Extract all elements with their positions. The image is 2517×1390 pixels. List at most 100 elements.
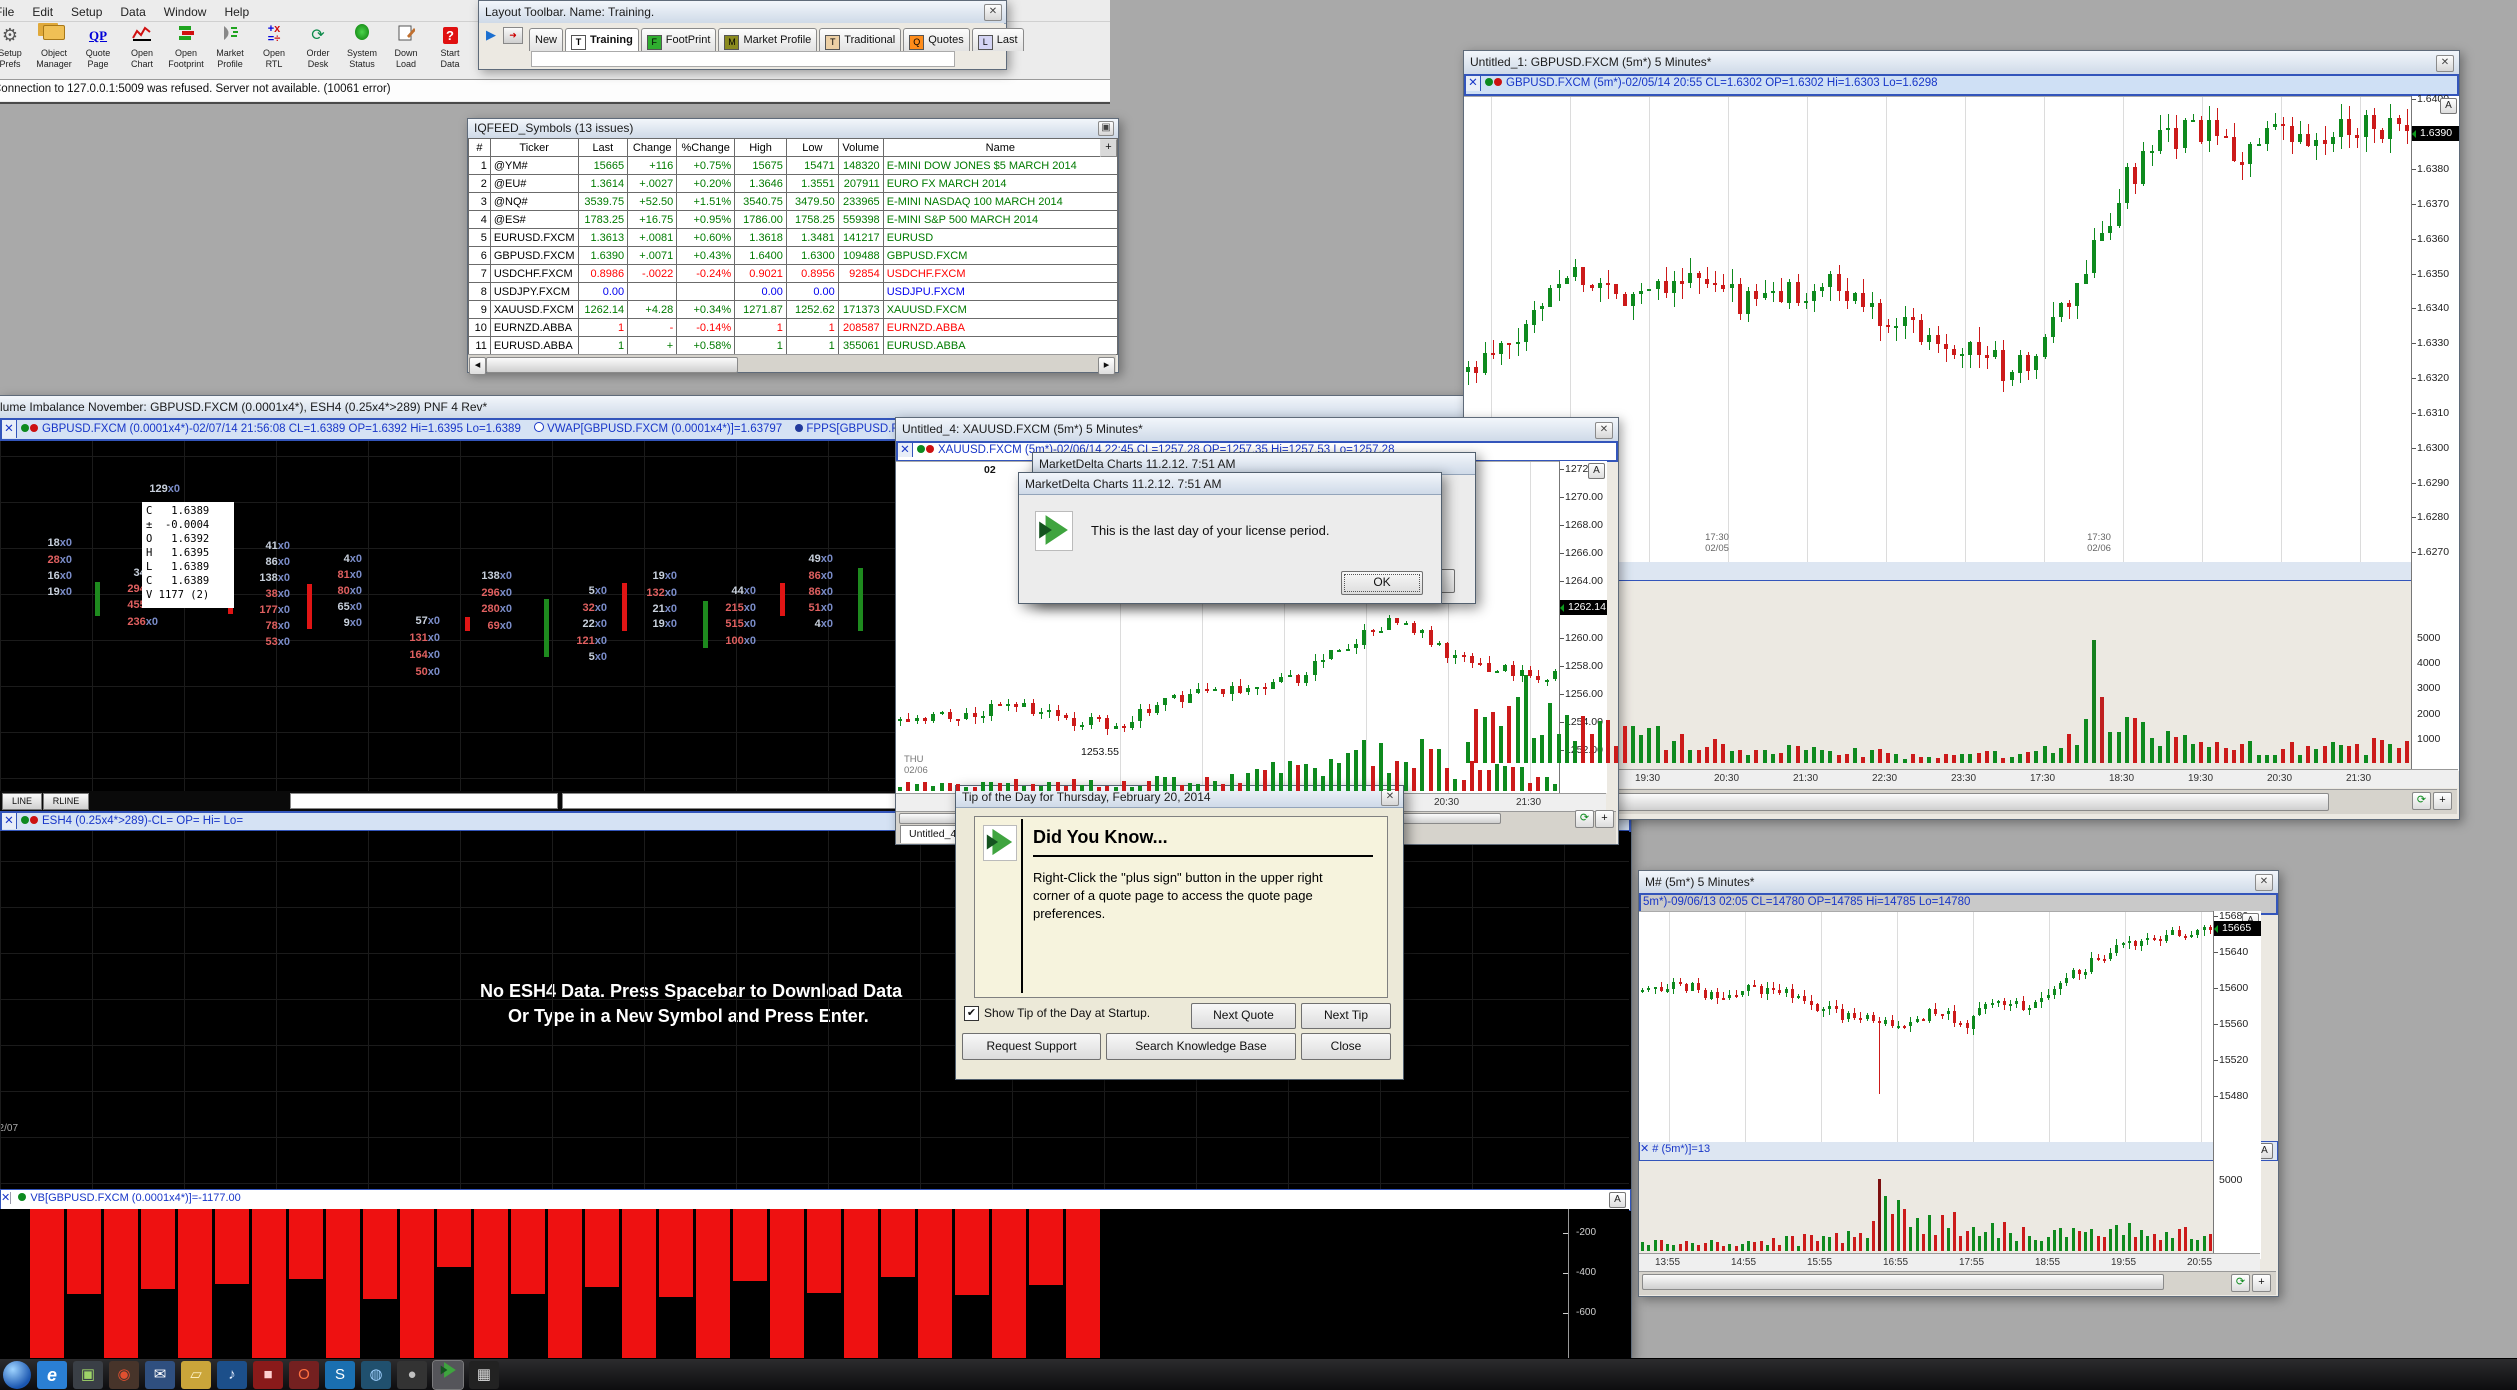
toolbar-system-status[interactable]: SystemStatus [340,24,384,78]
menu-window[interactable]: Window [164,5,207,19]
layout-tab-footprint[interactable]: FFootPrint [641,28,717,51]
plus-icon[interactable]: + [1595,810,1614,828]
close-icon[interactable]: ✕ [1466,76,1481,91]
layout-tab-last[interactable]: LLast [972,28,1024,51]
refresh-icon[interactable]: ⟳ [2412,792,2431,810]
toolbar-order-desk[interactable]: ⟳OrderDesk [296,24,340,78]
app-icon-3[interactable]: ● [397,1361,427,1389]
play-icon[interactable]: ▶ [486,27,496,43]
table-row[interactable]: 6GBPUSD.FXCM1.6390+.0071+0.43%1.64001.63… [469,247,1118,265]
toolbar-setup-prefs[interactable]: ⚙SetupPrefs [0,24,32,78]
table-row[interactable]: 2@EU#1.3614+.0027+0.20%1.36461.355120791… [469,175,1118,193]
app-icon-4[interactable]: ▦ [469,1361,499,1389]
plus-icon[interactable]: + [2252,1274,2271,1292]
toolbar-object-manager[interactable]: ObjectManager [32,24,76,78]
mail-icon[interactable]: ✉ [145,1361,175,1389]
column-header-pctChange[interactable]: %Change [677,139,735,157]
toolbar-quote-page[interactable]: QPQuotePage [76,24,120,78]
toolbar-market-profile[interactable]: MarketProfile [208,24,252,78]
layout-tab-new[interactable]: New [529,28,563,51]
refresh-icon[interactable]: ⟳ [1575,810,1594,828]
table-row[interactable]: 10EURNZD.ABBA1--0.14%11208587EURNZD.ABBA [469,319,1118,337]
table-row[interactable]: 4@ES#1783.25+16.75+0.95%1786.001758.2555… [469,211,1118,229]
quote-window-menu-icon[interactable]: ▣ [1098,121,1114,136]
quote-hscrollbar[interactable]: ◂ ▸ [468,354,1116,372]
close-icon[interactable]: ✕ [2436,55,2454,72]
media-icon[interactable]: ◉ [109,1361,139,1389]
autoscale-button[interactable]: A [1609,1192,1626,1208]
close-icon[interactable]: ✕ [984,4,1002,21]
ym-titlebar[interactable]: M# (5m*) 5 Minutes* [1639,871,2278,894]
close-icon[interactable]: ✕ [1381,789,1399,806]
menu-help[interactable]: Help [224,5,249,19]
column-header-Name[interactable]: Name [883,139,1117,157]
player-icon[interactable]: ♪ [217,1361,247,1389]
toolbar-open-rtl[interactable]: +x=÷OpenRTL [252,24,296,78]
start-orb[interactable] [3,1361,31,1389]
refresh-icon[interactable]: ⟳ [2231,1274,2250,1292]
ok-button[interactable]: OK [1341,571,1423,595]
gbpusd-infobar[interactable]: ✕GBPUSD.FXCM (5m*)-02/05/14 20:55 CL=1.6… [1464,74,2459,96]
layout-tab-traditional[interactable]: TTraditional [819,28,901,51]
close-icon[interactable]: ✕ [2255,874,2273,891]
toolbar-field[interactable] [290,793,558,809]
toolbar-down-load[interactable]: DownLoad [384,24,428,78]
table-row[interactable]: 11EURUSD.ABBA1++0.58%11355061EURUSD.ABBA [469,337,1118,355]
app-icon-1[interactable]: ▣ [73,1361,103,1389]
ym-hscrollbar[interactable]: ⟳+ [1639,1271,2276,1295]
close-icon[interactable]: ✕ [2,420,17,438]
column-header-Low[interactable]: Low [786,139,838,157]
quote-window-titlebar[interactable]: IQFEED_Symbols (13 issues) [468,119,1118,139]
tip-checkbox[interactable]: ✔ [964,1006,979,1021]
close-icon[interactable]: ✕ [1,1192,11,1204]
table-row[interactable]: 3@NQ#3539.75+52.50+1.51%3540.753479.5023… [469,193,1118,211]
table-row[interactable]: 8USDJPY.FXCM0.000.000.00USDJPU.FXCM [469,283,1118,301]
opera-icon[interactable]: O [289,1361,319,1389]
browser-icon[interactable]: e [37,1361,67,1389]
toolbar-field[interactable] [562,793,897,809]
toolbar-start-data[interactable]: ?StartData [428,24,472,78]
table-row[interactable]: 5EURUSD.FXCM1.3613+.0081+0.60%1.36181.34… [469,229,1118,247]
table-row[interactable]: 9XAUUSD.FXCM1262.14+4.28+0.34%1271.87125… [469,301,1118,319]
chat-icon[interactable]: S [325,1361,355,1389]
ym-price-pane[interactable] [1639,911,2213,1142]
column-header-Volume[interactable]: Volume [838,139,883,157]
close-icon[interactable]: ✕ [898,443,913,457]
explorer-icon[interactable]: ▱ [181,1361,211,1389]
vb-labelbar[interactable]: ✕ VB[GBPUSD.FXCM (0.0001x4*)]=-1177.00 A [0,1189,1631,1211]
table-row[interactable]: 7USDCHF.FXCM0.8986-.0022-0.24%0.90210.89… [469,265,1118,283]
menu-data[interactable]: Data [120,5,145,19]
rline-button[interactable]: RLINE [43,793,89,810]
ym-volume-labelbar[interactable]: ✕ # (5m*)]=13 A [1639,1141,2278,1161]
close-icon[interactable]: ✕ [2,813,17,829]
column-header-Last[interactable]: Last [578,139,628,157]
autoscale-button[interactable]: A [1588,463,1605,479]
close-icon[interactable]: ✕ [1640,1142,1649,1157]
menu-edit[interactable]: Edit [32,5,53,19]
menu-setup[interactable]: Setup [71,5,102,19]
request-support-button[interactable]: Request Support [962,1033,1101,1060]
column-header-Ticker[interactable]: Ticker [490,139,578,157]
globe-icon[interactable]: ◍ [361,1361,391,1389]
close-button[interactable]: Close [1301,1033,1391,1060]
layout-tab-market-profile[interactable]: MMarket Profile [718,28,817,51]
marketdelta-icon[interactable] [433,1361,463,1389]
autoscale-button[interactable]: A [2440,98,2457,114]
scroll-thumb[interactable] [1642,1274,2164,1290]
app-icon-2[interactable]: ■ [253,1361,283,1389]
license-titlebar[interactable]: MarketDelta Charts 11.2.12. 7:51 AM [1019,473,1441,495]
scroll-left-icon[interactable]: ◂ [469,357,486,375]
add-symbol-button[interactable]: + [1100,139,1117,157]
column-header-num[interactable]: # [469,139,491,157]
next-quote-button[interactable]: Next Quote [1191,1003,1296,1029]
toolbar-open-chart[interactable]: OpenChart [120,24,164,78]
column-header-High[interactable]: High [735,139,787,157]
xauusd-titlebar[interactable]: Untitled_4: XAUUSD.FXCM (5m*) 5 Minutes* [896,418,1618,442]
layout-toolbar-titlebar[interactable]: Layout Toolbar. Name: Training. [479,1,1006,24]
scroll-right-icon[interactable]: ▸ [1098,357,1115,375]
vb-histogram-pane[interactable]: -200-400-600 [0,1209,1629,1359]
next-tip-button[interactable]: Next Tip [1301,1003,1391,1029]
menu-file[interactable]: File [0,5,14,19]
search-kb-button[interactable]: Search Knowledge Base [1106,1033,1296,1060]
line-button[interactable]: LINE [2,793,42,810]
